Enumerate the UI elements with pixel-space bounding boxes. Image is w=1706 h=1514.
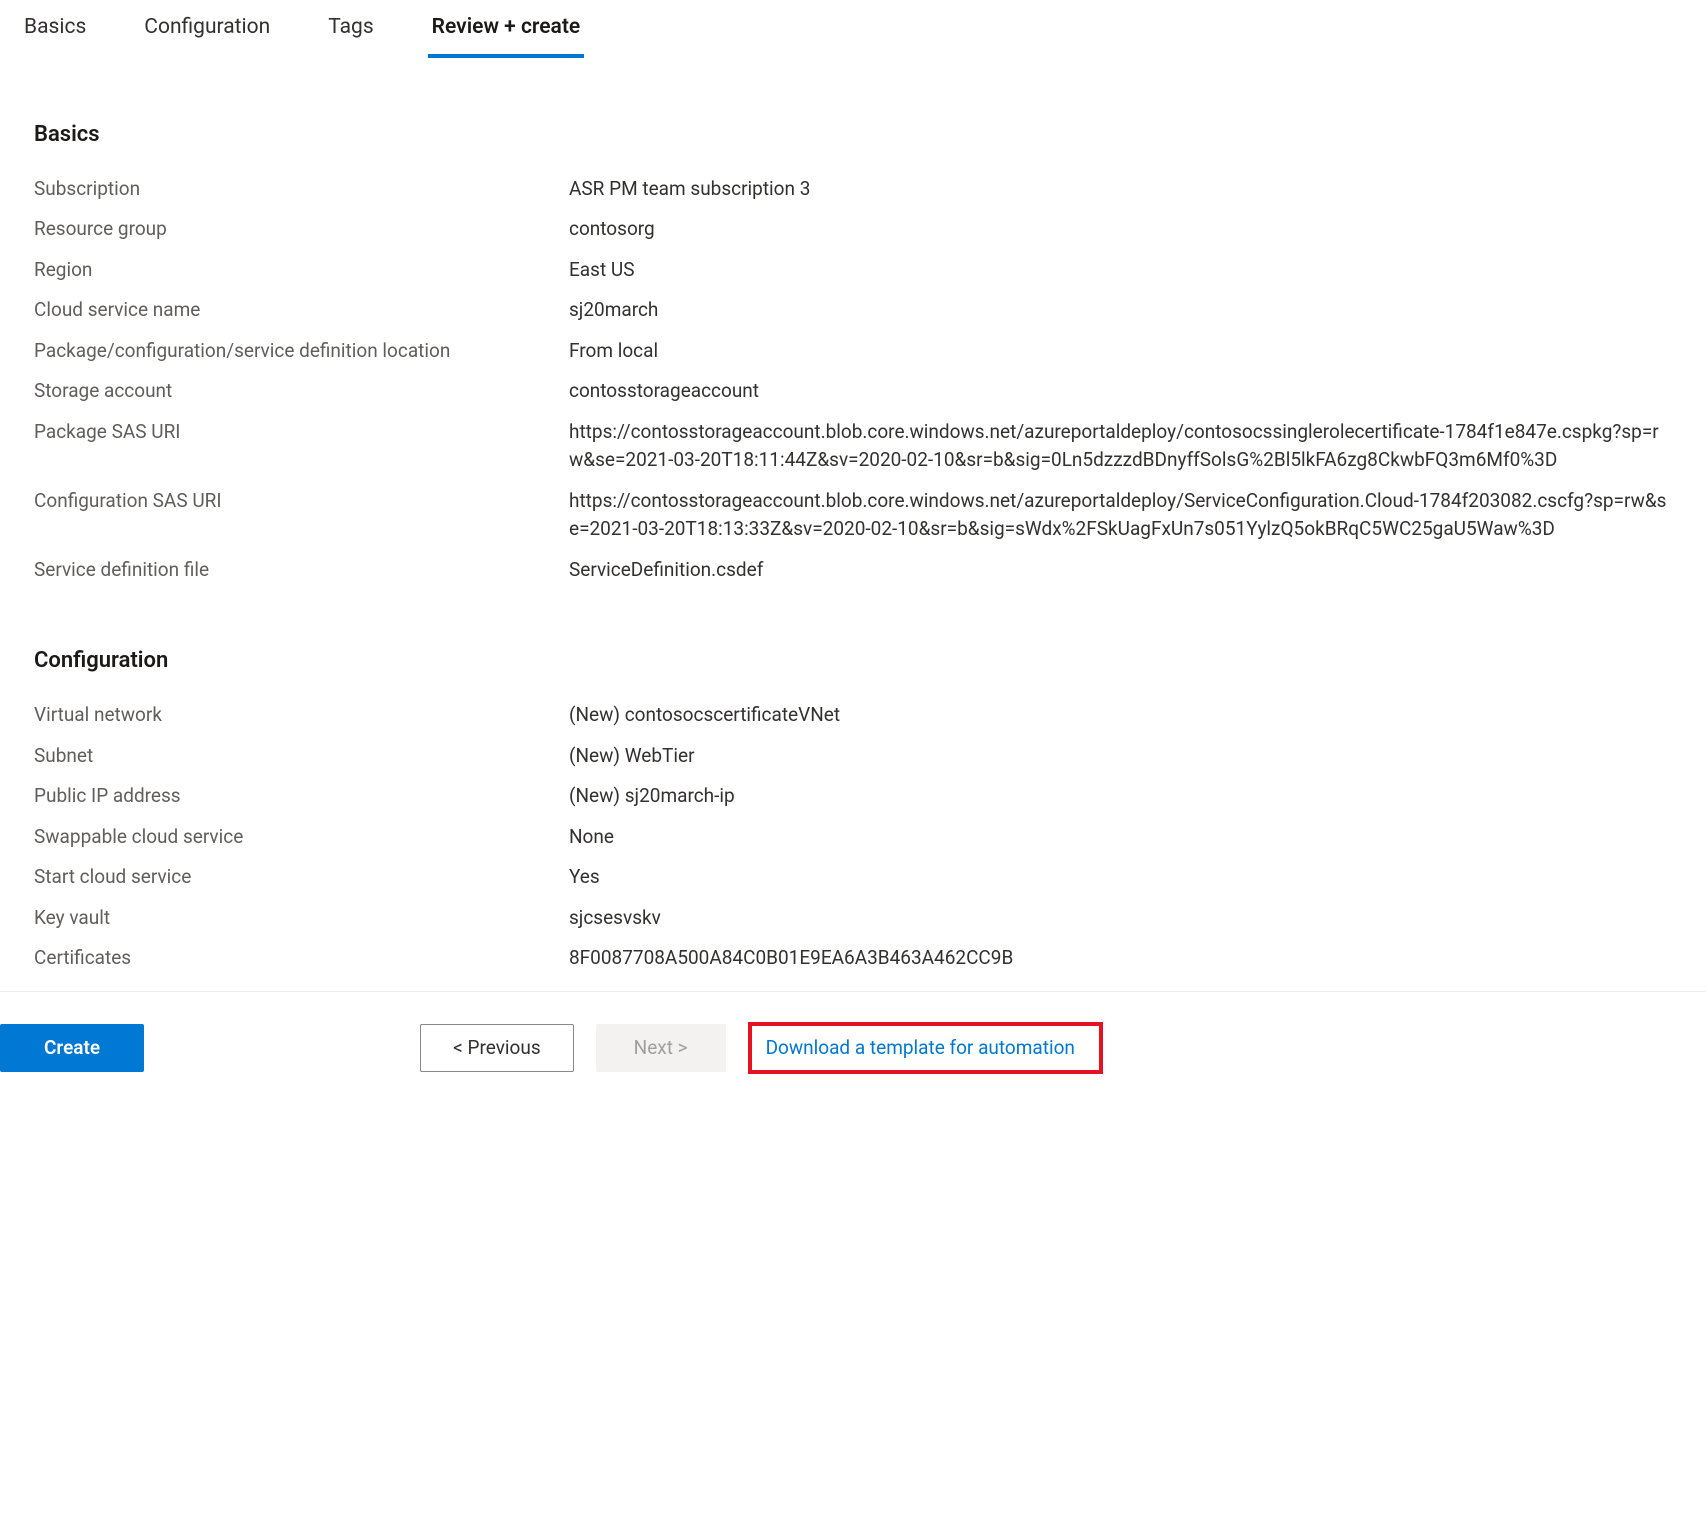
label-resource-group: Resource group	[34, 215, 569, 244]
row-package-sas-uri: Package SAS URI https://contosstorageacc…	[34, 418, 1672, 475]
row-public-ip-address: Public IP address (New) sj20march-ip	[34, 782, 1672, 811]
section-configuration: Configuration Virtual network (New) cont…	[34, 644, 1672, 973]
download-template-link[interactable]: Download a template for automation	[748, 1022, 1103, 1075]
label-subscription: Subscription	[34, 175, 569, 204]
section-configuration-title: Configuration	[34, 644, 1672, 677]
value-start-cloud-service: Yes	[569, 863, 1672, 892]
value-swappable-cloud-service: None	[569, 823, 1672, 852]
tab-basics[interactable]: Basics	[20, 0, 90, 58]
tab-configuration[interactable]: Configuration	[140, 0, 274, 58]
label-configuration-sas-uri: Configuration SAS URI	[34, 487, 569, 516]
value-package-sas-uri: https://contosstorageaccount.blob.core.w…	[569, 418, 1672, 475]
row-package-location: Package/configuration/service definition…	[34, 337, 1672, 366]
tabs-bar: Basics Configuration Tags Review + creat…	[0, 0, 1706, 58]
value-storage-account: contosstorageaccount	[569, 377, 1672, 406]
row-configuration-sas-uri: Configuration SAS URI https://contosstor…	[34, 487, 1672, 544]
value-subnet: (New) WebTier	[569, 742, 1672, 771]
row-key-vault: Key vault sjcsesvskv	[34, 904, 1672, 933]
value-subscription: ASR PM team subscription 3	[569, 175, 1672, 204]
row-resource-group: Resource group contosorg	[34, 215, 1672, 244]
row-subnet: Subnet (New) WebTier	[34, 742, 1672, 771]
label-cloud-service-name: Cloud service name	[34, 296, 569, 325]
value-package-location: From local	[569, 337, 1672, 366]
row-swappable-cloud-service: Swappable cloud service None	[34, 823, 1672, 852]
value-cloud-service-name: sj20march	[569, 296, 1672, 325]
row-service-definition-file: Service definition file ServiceDefinitio…	[34, 556, 1672, 585]
row-region: Region East US	[34, 256, 1672, 285]
footer-bar: Create < Previous Next > Download a temp…	[0, 991, 1706, 1075]
value-configuration-sas-uri: https://contosstorageaccount.blob.core.w…	[569, 487, 1672, 544]
row-start-cloud-service: Start cloud service Yes	[34, 863, 1672, 892]
value-resource-group: contosorg	[569, 215, 1672, 244]
label-storage-account: Storage account	[34, 377, 569, 406]
label-virtual-network: Virtual network	[34, 701, 569, 730]
row-certificates: Certificates 8F0087708A500A84C0B01E9EA6A…	[34, 944, 1672, 973]
value-key-vault: sjcsesvskv	[569, 904, 1672, 933]
label-public-ip-address: Public IP address	[34, 782, 569, 811]
create-button[interactable]: Create	[0, 1024, 144, 1072]
row-virtual-network: Virtual network (New) contosocscertifica…	[34, 701, 1672, 730]
section-basics: Basics Subscription ASR PM team subscrip…	[34, 118, 1672, 585]
row-storage-account: Storage account contosstorageaccount	[34, 377, 1672, 406]
value-service-definition-file: ServiceDefinition.csdef	[569, 556, 1672, 585]
label-package-location: Package/configuration/service definition…	[34, 337, 569, 366]
label-certificates: Certificates	[34, 944, 569, 973]
label-swappable-cloud-service: Swappable cloud service	[34, 823, 569, 852]
label-key-vault: Key vault	[34, 904, 569, 933]
row-subscription: Subscription ASR PM team subscription 3	[34, 175, 1672, 204]
label-region: Region	[34, 256, 569, 285]
label-subnet: Subnet	[34, 742, 569, 771]
label-package-sas-uri: Package SAS URI	[34, 418, 569, 447]
value-public-ip-address: (New) sj20march-ip	[569, 782, 1672, 811]
previous-button[interactable]: < Previous	[420, 1024, 574, 1072]
value-certificates: 8F0087708A500A84C0B01E9EA6A3B463A462CC9B	[569, 944, 1672, 973]
value-virtual-network: (New) contosocscertificateVNet	[569, 701, 1672, 730]
section-basics-title: Basics	[34, 118, 1672, 151]
review-content: Basics Subscription ASR PM team subscrip…	[0, 118, 1706, 973]
tab-review-create[interactable]: Review + create	[428, 0, 585, 58]
row-cloud-service-name: Cloud service name sj20march	[34, 296, 1672, 325]
label-start-cloud-service: Start cloud service	[34, 863, 569, 892]
next-button: Next >	[596, 1024, 726, 1072]
tab-tags[interactable]: Tags	[324, 0, 377, 58]
label-service-definition-file: Service definition file	[34, 556, 569, 585]
value-region: East US	[569, 256, 1672, 285]
